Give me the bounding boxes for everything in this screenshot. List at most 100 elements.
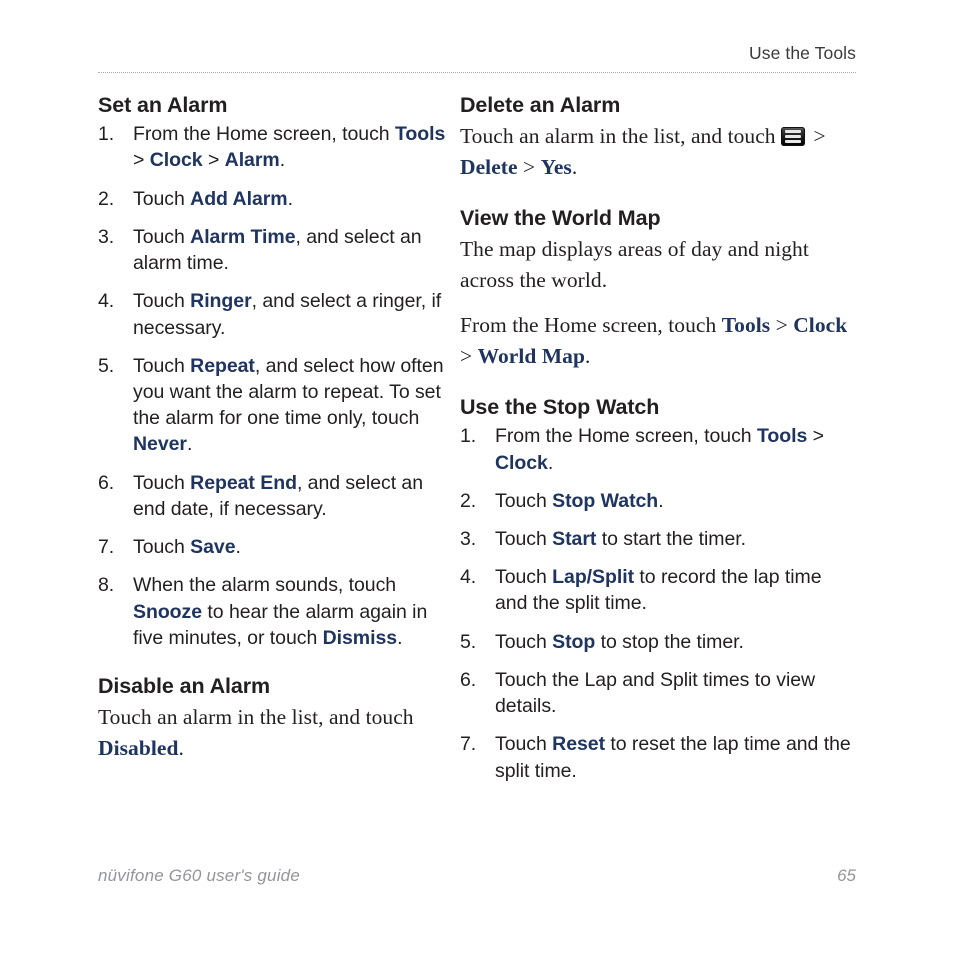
body-text: From the Home screen, touch: [133, 123, 395, 146]
step-text: From the Home screen, touch Tools > Cloc…: [495, 425, 824, 473]
path-separator: >: [517, 155, 541, 180]
body-text: Touch: [133, 290, 191, 313]
step-text: Touch Ringer, and select a ringer, if ne…: [133, 290, 441, 338]
ui-term: Lap/Split: [552, 566, 635, 589]
step-number: 5.: [98, 354, 115, 377]
step-item: 4. Touch Ringer, and select a ringer, if …: [98, 288, 450, 340]
ui-term: Tools: [394, 123, 446, 146]
step-text: From the Home screen, touch Tools > Cloc…: [133, 123, 445, 171]
body-text: Touch: [495, 733, 553, 756]
step-item: 7. Touch Save.: [98, 534, 450, 560]
step-number: 5.: [460, 630, 477, 653]
ui-term: Never: [133, 433, 187, 456]
menu-icon: [781, 127, 806, 147]
section-heading-view-the-world-map: View the World Map: [460, 206, 661, 231]
step-text: When the alarm sounds, touch Snooze to h…: [133, 574, 427, 648]
header-divider: [98, 72, 856, 74]
steps-use-the-stop-watch: 1. From the Home screen, touch Tools > Cl…: [460, 423, 856, 783]
body-text: .: [186, 433, 193, 456]
ui-term: Repeat End: [190, 471, 297, 494]
body-text: Touch: [133, 471, 191, 494]
ui-term: Dismiss: [322, 626, 398, 649]
ui-term: Ringer: [190, 290, 252, 313]
paragraph-world-map-description: The map displays areas of day and night …: [460, 234, 856, 296]
step-number: 2.: [98, 187, 115, 210]
body-text: Touch the Lap and Split times to view de…: [495, 668, 816, 718]
body-text: Touch an alarm in the list, and touch: [98, 705, 414, 730]
path-separator: >: [202, 149, 225, 172]
step-number: 7.: [460, 733, 477, 756]
step-text: Touch Reset to reset the lap time and th…: [495, 733, 851, 781]
step-item: 6. Touch the Lap and Split times to view …: [460, 667, 856, 719]
body-text: Touch: [495, 630, 553, 653]
step-text: Touch Repeat End, and select an end date…: [133, 472, 423, 520]
paragraph-world-map-path: From the Home screen, touch Tools > Cloc…: [460, 310, 856, 372]
page-footer: nüvifone G60 user's guide 65: [98, 866, 856, 886]
body-text: Touch: [133, 225, 191, 248]
step-number: 6.: [98, 471, 115, 494]
step-item: 4. Touch Lap/Split to record the lap time…: [460, 564, 856, 616]
ui-term: Tools: [756, 425, 808, 448]
ui-term: Tools: [721, 313, 771, 338]
ui-term: Add Alarm: [190, 187, 288, 210]
step-number: 1.: [460, 425, 477, 448]
ui-term: Stop: [552, 630, 596, 653]
manual-page: Use the Tools Set an Alarm 1. From the Ho…: [0, 0, 954, 954]
footer-page-number: 65: [837, 866, 856, 885]
running-header: Use the Tools: [98, 43, 856, 64]
step-text: Touch Save.: [133, 536, 241, 558]
body-text: .: [287, 187, 293, 210]
step-text: Touch Repeat, and select how often you w…: [133, 355, 444, 456]
body-text: Touch: [495, 566, 553, 589]
section-heading-delete-an-alarm: Delete an Alarm: [460, 93, 621, 117]
step-number: 6.: [460, 668, 477, 691]
ui-term: Save: [190, 536, 236, 559]
step-number: 7.: [98, 536, 115, 559]
body-text: to stop the timer.: [595, 630, 744, 653]
ui-term: Clock: [793, 313, 848, 338]
section-heading-disable-an-alarm: Disable an Alarm: [98, 673, 271, 698]
paragraph-disable-an-alarm: Touch an alarm in the list, and touch Di…: [98, 702, 450, 764]
ui-term: Disabled: [98, 736, 179, 761]
path-separator: >: [808, 124, 826, 149]
body-text: From the Home screen, touch: [460, 313, 722, 338]
ui-term: World Map: [477, 344, 585, 369]
step-item: 1. From the Home screen, touch Tools > Cl…: [98, 121, 450, 173]
ui-term: Clock: [495, 451, 548, 474]
body-text: Touch an alarm in the list, and touch: [460, 124, 782, 149]
content-columns: Set an Alarm 1. From the Home screen, tou…: [0, 92, 954, 784]
step-number: 4.: [98, 290, 115, 313]
step-item: 2. Touch Add Alarm.: [98, 186, 450, 212]
menu-icon-bar: [785, 135, 802, 139]
step-item: 5. Touch Repeat, and select how often you…: [98, 353, 450, 458]
step-number: 2.: [460, 489, 477, 512]
step-text: Touch Add Alarm.: [133, 188, 293, 210]
body-text: .: [235, 536, 241, 559]
step-item: 8. When the alarm sounds, touch Snooze to…: [98, 572, 450, 651]
body-text: to start the timer.: [596, 528, 746, 551]
path-separator: >: [770, 313, 794, 338]
steps-set-an-alarm: 1. From the Home screen, touch Tools > Cl…: [98, 121, 450, 651]
ui-term: Alarm Time: [190, 225, 296, 248]
ui-term: Snooze: [133, 600, 203, 623]
ui-term: Start: [552, 528, 597, 551]
step-item: 2. Touch Stop Watch.: [460, 488, 856, 514]
body-text: The map displays areas of day and night …: [460, 237, 809, 293]
body-text: Touch: [495, 528, 553, 551]
path-separator: >: [807, 425, 824, 448]
step-number: 8.: [98, 574, 115, 597]
body-text: .: [178, 736, 184, 761]
right-column: Delete an Alarm Touch an alarm in the li…: [460, 92, 954, 784]
left-column: Set an Alarm 1. From the Home screen, tou…: [0, 92, 460, 784]
step-item: 3. Touch Start to start the timer.: [460, 526, 856, 552]
ui-term: Reset: [552, 733, 606, 756]
step-text: Touch Stop to stop the timer.: [495, 631, 744, 653]
step-item: 5. Touch Stop to stop the timer.: [460, 629, 856, 655]
body-text: .: [658, 489, 664, 512]
step-item: 3. Touch Alarm Time, and select an alarm …: [98, 224, 450, 276]
body-text: Touch: [133, 536, 191, 559]
body-text: .: [279, 149, 286, 172]
section-heading-use-the-stop-watch: Use the Stop Watch: [460, 395, 660, 420]
body-text: Touch: [133, 354, 191, 377]
body-text: .: [547, 451, 554, 474]
